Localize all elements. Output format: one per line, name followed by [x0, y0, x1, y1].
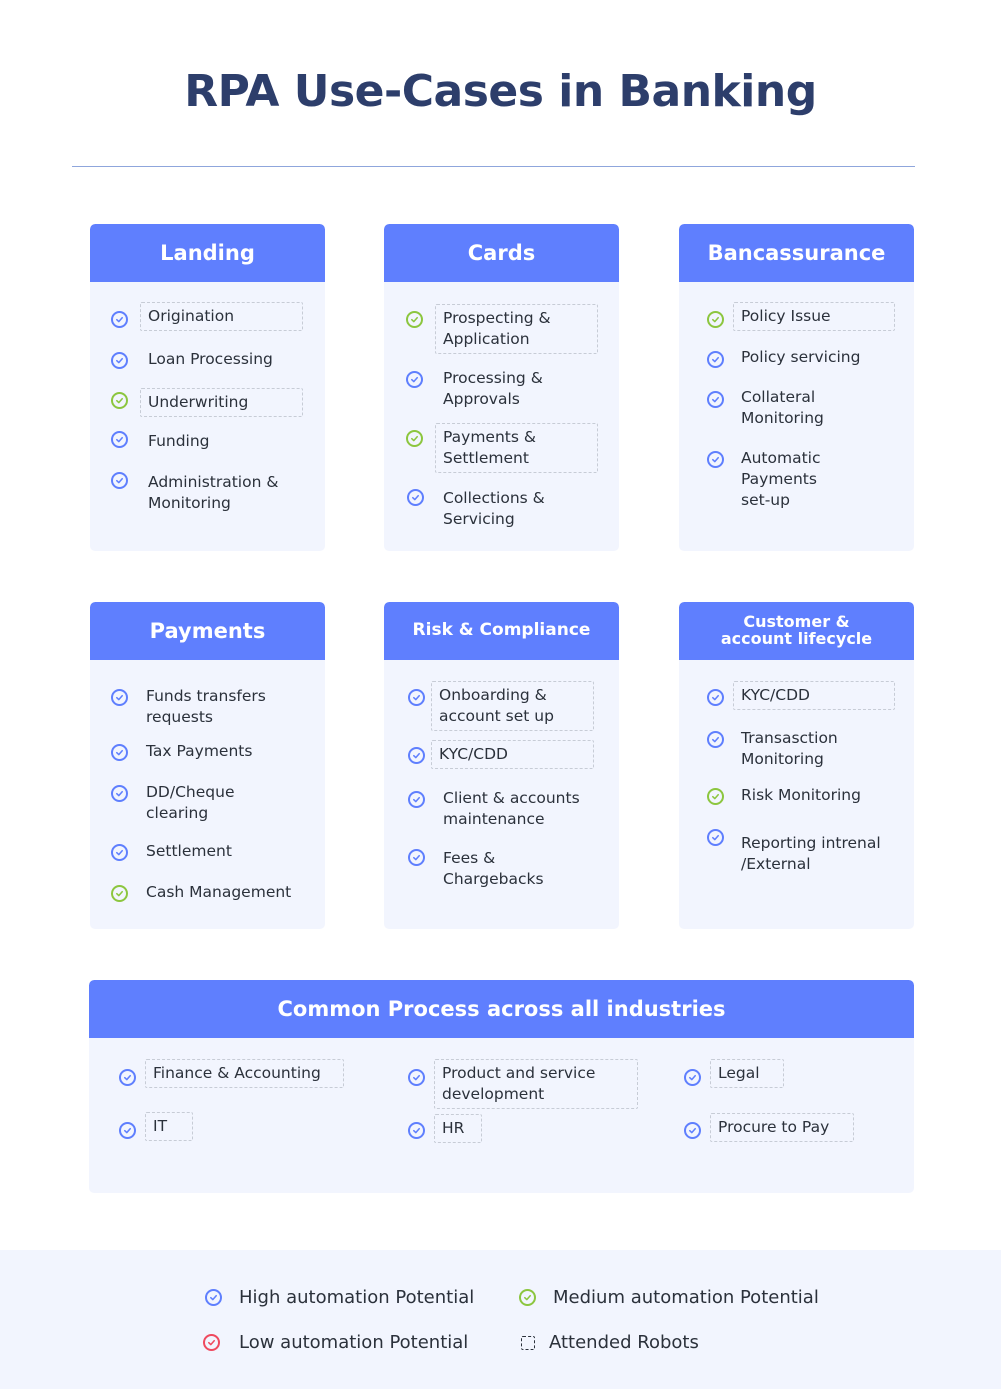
item-label: Processing & Approvals — [443, 369, 543, 408]
check-circle-blue-icon — [407, 489, 424, 506]
check-circle-blue-icon — [408, 747, 425, 764]
common-process-panel: Common Process across all industries Fin… — [89, 980, 914, 1193]
item-label: Origination — [140, 302, 303, 331]
check-circle-blue-icon — [111, 744, 128, 761]
page-title: RPA Use-Cases in Banking — [184, 66, 817, 117]
card-customer-lifecycle: Customer & account lifecycle KYC/CDD Tra… — [679, 602, 914, 929]
card-cards: Cards Prospecting & Application Processi… — [384, 224, 619, 551]
check-circle-blue-icon — [111, 844, 128, 861]
card-payments: Payments Funds transfers requests Tax Pa… — [90, 602, 325, 929]
card-header: Bancassurance — [679, 224, 914, 282]
check-circle-green-icon — [111, 885, 128, 902]
item-label: DD/Cheque clearing — [146, 783, 235, 822]
check-circle-green-icon — [707, 311, 724, 328]
check-circle-blue-icon — [111, 785, 128, 802]
legend-item-high: High automation Potential — [205, 1287, 474, 1308]
common-process-header: Common Process across all industries — [89, 980, 914, 1038]
check-circle-blue-icon — [111, 472, 128, 489]
card-header: Cards — [384, 224, 619, 282]
item-label: IT — [145, 1112, 193, 1141]
item-label: Tax Payments — [146, 742, 253, 760]
check-circle-blue-icon — [408, 689, 425, 706]
item-label: Administration & Monitoring — [148, 473, 279, 512]
check-circle-blue-icon — [707, 351, 724, 368]
check-circle-blue-icon — [707, 829, 724, 846]
item-label: HR — [434, 1114, 482, 1143]
card-header: Customer & account lifecycle — [679, 602, 914, 660]
check-circle-blue-icon — [408, 1069, 425, 1086]
item-label: Procure to Pay — [710, 1113, 854, 1142]
item-label: KYC/CDD — [733, 681, 895, 710]
item-label: Funds transfers requests — [146, 687, 266, 726]
check-circle-blue-icon — [205, 1289, 222, 1306]
item-label: Settlement — [146, 842, 232, 860]
check-circle-blue-icon — [707, 451, 724, 468]
check-circle-blue-icon — [707, 731, 724, 748]
item-label: Collateral Monitoring — [741, 388, 824, 427]
legend-item-low: Low automation Potential — [203, 1332, 468, 1353]
check-circle-green-icon — [707, 788, 724, 805]
check-circle-blue-icon — [111, 311, 128, 328]
check-circle-blue-icon — [408, 791, 425, 808]
item-label: Onboarding & account set up — [431, 681, 594, 731]
card-header: Payments — [90, 602, 325, 660]
item-label: Reporting intrenal /External — [741, 834, 881, 873]
card-header: Landing — [90, 224, 325, 282]
card-landing: Landing Origination Loan Processing Unde… — [90, 224, 325, 551]
item-label: Policy Issue — [733, 302, 895, 331]
card-risk-compliance: Risk & Compliance Onboarding & account s… — [384, 602, 619, 929]
legend: High automation Potential Medium automat… — [0, 1250, 1001, 1389]
item-label: Transasction Monitoring — [741, 729, 838, 768]
check-circle-blue-icon — [119, 1122, 136, 1139]
card-bancassurance: Bancassurance Policy Issue Policy servic… — [679, 224, 914, 551]
dashed-square-icon — [521, 1335, 535, 1350]
item-label: KYC/CDD — [431, 740, 594, 769]
item-label: Fees & Chargebacks — [443, 849, 544, 888]
item-label: Finance & Accounting — [145, 1059, 344, 1088]
check-circle-blue-icon — [406, 371, 423, 388]
item-label: Client & accounts maintenance — [443, 789, 580, 828]
check-circle-blue-icon — [707, 689, 724, 706]
legend-label: Low automation Potential — [239, 1332, 469, 1353]
item-label: Automatic Payments set-up — [741, 449, 821, 509]
check-circle-green-icon — [111, 392, 128, 409]
legend-label: Attended Robots — [549, 1332, 699, 1353]
check-circle-blue-icon — [111, 352, 128, 369]
check-circle-blue-icon — [684, 1122, 701, 1139]
legend-label: Medium automation Potential — [553, 1287, 819, 1308]
item-label: Loan Processing — [148, 350, 273, 368]
check-circle-blue-icon — [684, 1069, 701, 1086]
check-circle-blue-icon — [111, 431, 128, 448]
title-divider — [72, 166, 915, 167]
legend-label: High automation Potential — [239, 1287, 475, 1308]
legend-item-attended: Attended Robots — [521, 1332, 699, 1353]
check-circle-green-icon — [406, 311, 423, 328]
legend-item-medium: Medium automation Potential — [519, 1287, 819, 1308]
check-circle-green-icon — [519, 1289, 536, 1306]
item-label: Risk Monitoring — [741, 786, 861, 804]
check-circle-red-icon — [203, 1334, 220, 1351]
card-header: Risk & Compliance — [384, 602, 619, 660]
item-label: Policy servicing — [741, 348, 861, 366]
check-circle-blue-icon — [707, 391, 724, 408]
item-label: Collections & Servicing — [443, 489, 545, 528]
check-circle-blue-icon — [119, 1069, 136, 1086]
check-circle-green-icon — [406, 430, 423, 447]
check-circle-blue-icon — [111, 689, 128, 706]
check-circle-blue-icon — [408, 1122, 425, 1139]
item-label: Product and service development — [434, 1059, 638, 1109]
item-label: Legal — [710, 1059, 784, 1088]
check-circle-blue-icon — [408, 849, 425, 866]
item-label: Underwriting — [140, 388, 303, 417]
item-label: Prospecting & Application — [435, 304, 598, 354]
item-label: Cash Management — [146, 883, 292, 901]
item-label: Funding — [148, 432, 210, 450]
item-label: Payments & Settlement — [435, 423, 598, 473]
